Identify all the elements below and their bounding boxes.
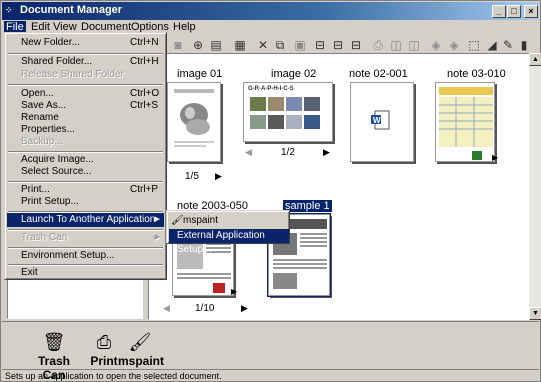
puppy-photo-image — [174, 89, 214, 147]
rotate-icon[interactable]: ◙ — [171, 37, 185, 53]
document-thumbnail[interactable]: G-R-A-P-H-I-C-S — [243, 82, 333, 142]
next-page-arrow[interactable]: ▶ — [492, 153, 498, 162]
split-page-icon[interactable]: ◫ — [389, 37, 403, 53]
lock-icon[interactable]: ▮ — [517, 37, 531, 53]
paint-icon: 🖌 — [171, 215, 184, 226]
menu-item-select-source[interactable]: Select Source... — [7, 165, 164, 179]
status-bar: Sets up an application to open the selec… — [2, 369, 539, 382]
maximize-button[interactable]: □ — [507, 5, 521, 18]
menu-item-release-shared-folder[interactable]: Release Shared Folder — [7, 68, 164, 82]
app-icon: ⁘ — [5, 5, 13, 15]
menu-item-trash-can[interactable]: Trash Can ▶ — [7, 231, 164, 245]
menu-item-backup[interactable]: Backup... — [7, 135, 164, 149]
menu-help[interactable]: Help — [173, 21, 196, 33]
first-page-icon[interactable]: ⊟ — [313, 37, 327, 53]
vertical-scrollbar[interactable]: ▲ ▼ — [529, 53, 541, 320]
window-title: Document Manager — [20, 4, 123, 16]
title-bar[interactable]: ⁘ Document Manager _ □ × — [2, 2, 539, 20]
application-window: ⁘ Document Manager _ □ × File Edit View … — [0, 0, 541, 382]
spreadsheet-thumbnail-image — [439, 87, 493, 160]
menu-item-launch-to-another-application[interactable]: Launch To Another Application ▶ — [7, 213, 164, 227]
details-view-icon[interactable]: ▤ — [209, 37, 223, 53]
next-page-arrow[interactable]: ▶ — [241, 303, 248, 314]
menu-item-print-setup[interactable]: Print Setup... — [7, 195, 164, 209]
merge-page-icon[interactable]: ◫ — [407, 37, 421, 53]
pen-icon[interactable]: ◢ — [485, 37, 499, 53]
submenu-arrow-icon: ▶ — [154, 216, 160, 223]
minimize-button[interactable]: _ — [492, 5, 506, 18]
document-thumbnail[interactable]: W — [350, 82, 414, 162]
previous-page-arrow[interactable]: ◀ — [245, 147, 252, 158]
next-page-arrow[interactable]: ▶ — [323, 147, 330, 158]
menu-item-environment-setup[interactable]: Environment Setup... — [7, 249, 164, 263]
printer-icon: ⎙ — [96, 332, 112, 352]
receive-icon[interactable]: ◈ — [447, 37, 461, 53]
tray-print[interactable]: ⎙ Print — [86, 330, 122, 368]
scroll-up-button[interactable]: ▲ — [529, 53, 541, 66]
tray-label: mspaint — [118, 354, 165, 368]
file-menu: New Folder... Ctrl+N Shared Folder... Ctrl… — [4, 32, 167, 280]
send-icon[interactable]: ◈ — [429, 37, 443, 53]
print-page-icon[interactable]: ⎙ — [371, 37, 385, 53]
document-label[interactable]: note 02-001 — [349, 68, 408, 80]
zoom-icon[interactable]: ⊕ — [191, 37, 205, 53]
paste-icon[interactable]: ▣ — [293, 37, 307, 53]
menu-item-new-folder[interactable]: New Folder... Ctrl+N — [7, 36, 164, 50]
thumbnail-view-icon[interactable]: ▦ — [233, 37, 247, 53]
paint-icon: 🖌 — [128, 332, 152, 352]
tray-label: Print — [90, 354, 118, 368]
marker-icon[interactable]: ✎ — [501, 37, 515, 53]
previous-page-icon[interactable]: ⊟ — [331, 37, 345, 53]
next-page-arrow[interactable]: ▶ — [231, 287, 237, 296]
document-label[interactable]: note 03-010 — [447, 68, 506, 80]
tray-mspaint[interactable]: 🖌 mspaint — [118, 330, 165, 368]
stamp-icon[interactable]: ⬚ — [467, 37, 481, 53]
document-label[interactable]: image 01 — [177, 68, 222, 80]
page-indicator: ◀ 1/10 ▶ — [163, 303, 248, 315]
document-thumbnail-area[interactable]: image 01 1/5 ▶ image 02 G-R-A-P-H-I-C-S — [148, 53, 530, 320]
page-number: 1/10 — [195, 303, 215, 314]
submenu-arrow-icon: ▶ — [154, 234, 160, 241]
graphics-collage-image — [250, 97, 320, 129]
page-indicator: ◀ 1/2 ▶ — [245, 147, 330, 159]
delete-icon[interactable]: ✕ — [256, 37, 270, 53]
document-label-selected[interactable]: sample 1 — [283, 200, 332, 212]
copy-icon[interactable]: ⧉ — [273, 37, 287, 53]
application-tray: 🗑 Trash Can ⎙ Print 🖌 mspaint — [2, 321, 539, 382]
menu-item-shared-folder[interactable]: Shared Folder... Ctrl+H — [7, 55, 164, 69]
document-label[interactable]: image 02 — [271, 68, 316, 80]
svg-text:W: W — [373, 116, 381, 125]
submenu-item-external-application-setup[interactable]: External Application Setup... — [169, 229, 289, 255]
page-indicator: 1/5 ▶ — [185, 171, 225, 183]
page-number: 1/2 — [281, 147, 295, 158]
document-thumbnail[interactable] — [167, 82, 221, 162]
menu-item-exit[interactable]: Exit — [7, 266, 164, 280]
next-page-icon[interactable]: ⊟ — [349, 37, 363, 53]
scroll-down-button[interactable]: ▼ — [529, 307, 541, 320]
page-number: 1/5 — [185, 171, 199, 182]
word-document-icon: W — [371, 110, 390, 130]
menu-separator — [8, 84, 163, 86]
document-thumbnail[interactable]: ▶ — [435, 82, 498, 162]
previous-page-arrow[interactable]: ◀ — [163, 303, 170, 314]
launch-submenu: 🖌 mspaint External Application Setup... — [166, 210, 290, 255]
trash-can-icon: 🗑 — [42, 332, 66, 352]
next-page-arrow[interactable]: ▶ — [215, 171, 222, 182]
submenu-item-mspaint[interactable]: 🖌 mspaint — [169, 214, 289, 228]
close-button[interactable]: × — [524, 5, 538, 18]
